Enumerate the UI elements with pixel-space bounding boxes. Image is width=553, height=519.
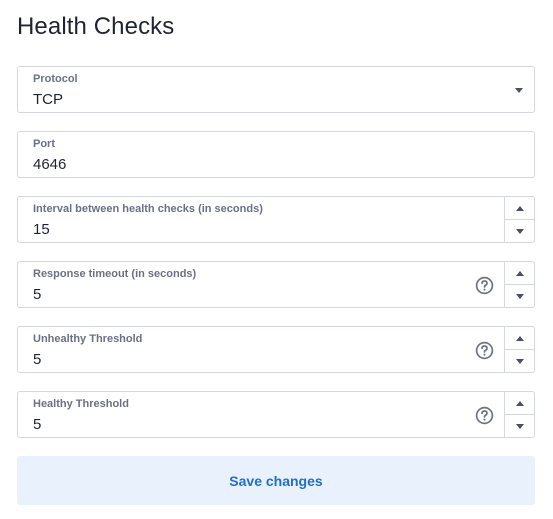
healthy-decrement-button[interactable] (505, 414, 534, 437)
unhealthy-threshold-stepper[interactable] (504, 327, 534, 372)
unhealthy-decrement-button[interactable] (505, 349, 534, 372)
arrow-down-icon (515, 228, 524, 234)
timeout-value[interactable]: 5 (33, 286, 41, 303)
question-circle-icon[interactable] (475, 341, 494, 360)
healthy-threshold-label: Healthy Threshold (33, 398, 129, 410)
port-value[interactable]: 4646 (33, 156, 66, 173)
arrow-up-icon (515, 400, 524, 406)
arrow-down-icon (515, 423, 524, 429)
unhealthy-threshold-label: Unhealthy Threshold (33, 333, 143, 345)
question-circle-icon[interactable] (475, 406, 494, 425)
unhealthy-increment-button[interactable] (505, 327, 534, 349)
timeout-stepper[interactable] (504, 262, 534, 307)
healthy-threshold-stepper[interactable] (504, 392, 534, 437)
interval-stepper[interactable] (504, 197, 534, 242)
arrow-down-icon (515, 358, 524, 364)
protocol-select[interactable]: Protocol TCP (17, 66, 535, 113)
unhealthy-threshold-value[interactable]: 5 (33, 351, 41, 368)
healthy-increment-button[interactable] (505, 392, 534, 414)
interval-increment-button[interactable] (505, 197, 534, 219)
save-changes-button[interactable]: Save changes (17, 456, 535, 505)
page-title: Health Checks (17, 13, 175, 40)
timeout-field[interactable]: Response timeout (in seconds) 5 (17, 261, 535, 308)
interval-decrement-button[interactable] (505, 219, 534, 242)
question-circle-icon[interactable] (475, 276, 494, 295)
timeout-decrement-button[interactable] (505, 284, 534, 307)
chevron-down-icon (515, 88, 523, 93)
interval-label: Interval between health checks (in secon… (33, 203, 263, 215)
port-field[interactable]: Port 4646 (17, 131, 535, 178)
interval-value[interactable]: 15 (33, 221, 50, 238)
arrow-up-icon (515, 205, 524, 211)
timeout-label: Response timeout (in seconds) (33, 268, 197, 280)
arrow-down-icon (515, 293, 524, 299)
arrow-up-icon (515, 335, 524, 341)
interval-field[interactable]: Interval between health checks (in secon… (17, 196, 535, 243)
arrow-up-icon (515, 270, 524, 276)
protocol-label: Protocol (33, 73, 78, 85)
protocol-value: TCP (33, 91, 63, 108)
healthy-threshold-value[interactable]: 5 (33, 416, 41, 433)
unhealthy-threshold-field[interactable]: Unhealthy Threshold 5 (17, 326, 535, 373)
port-label: Port (33, 138, 55, 150)
healthy-threshold-field[interactable]: Healthy Threshold 5 (17, 391, 535, 438)
timeout-increment-button[interactable] (505, 262, 534, 284)
